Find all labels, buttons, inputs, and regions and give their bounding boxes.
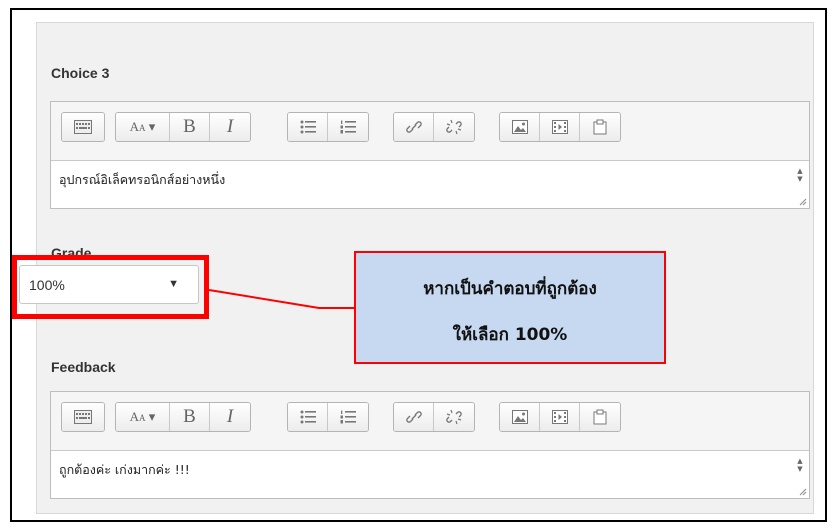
toolbar-group-media: [499, 112, 621, 142]
ordered-list-button[interactable]: [328, 403, 368, 431]
toolbar-group-text: AA ▾ B I: [115, 112, 251, 142]
choice-label: Choice 3: [51, 65, 110, 81]
link-icon: [405, 411, 422, 423]
image-button[interactable]: [500, 113, 540, 141]
bold-button[interactable]: B: [170, 113, 210, 141]
scroll-arrows-icon[interactable]: ▲ ▼: [796, 457, 804, 473]
film-icon: [551, 410, 568, 424]
toolbar-group-lists: [287, 402, 369, 432]
choice-editor: AA ▾ B I อุปกรณ์อิเล็คทรอนิกส์อย่างหนึ่ง…: [50, 101, 810, 209]
unlink-icon: [446, 119, 462, 135]
callout-line-1: หากเป็นคำตอบที่ถูกต้อง: [423, 279, 597, 299]
toolbar-group-media: [499, 402, 621, 432]
film-icon: [551, 120, 568, 134]
feedback-toolbar: AA ▾ B I: [51, 392, 809, 451]
numbered-list-icon: [340, 410, 356, 424]
bullet-list-icon: [300, 410, 316, 424]
feedback-label: Feedback: [51, 359, 116, 375]
link-button[interactable]: [394, 113, 434, 141]
paste-button[interactable]: [580, 113, 620, 141]
feedback-editor: AA ▾ B I ถูกต้องค่ะ เก่งมากค่ะ !!! ▲ ▼: [50, 391, 810, 499]
choice-text: อุปกรณ์อิเล็คทรอนิกส์อย่างหนึ่ง: [59, 172, 226, 187]
toolbar-toggle-button[interactable]: [62, 113, 104, 141]
unlink-button[interactable]: [434, 113, 474, 141]
toolbar-group-toggle: [61, 112, 105, 142]
clipboard-icon: [593, 119, 607, 135]
scroll-arrows-icon[interactable]: ▲ ▼: [796, 167, 804, 183]
callout-connector: [209, 289, 355, 309]
link-button[interactable]: [394, 403, 434, 431]
image-icon: [511, 120, 528, 134]
font-size-icon: AA ▾: [129, 119, 156, 134]
bold-button[interactable]: B: [170, 403, 210, 431]
editor-toolbar: AA ▾ B I: [51, 102, 809, 161]
unlink-icon: [446, 409, 462, 425]
image-icon: [511, 410, 528, 424]
media-button[interactable]: [540, 403, 580, 431]
callout-line-2: ให้เลือก 100%: [452, 325, 568, 345]
toolbar-group-text: AA ▾ B I: [115, 402, 251, 432]
toolbar-group-lists: [287, 112, 369, 142]
bullet-list-icon: [300, 120, 316, 134]
feedback-text: ถูกต้องค่ะ เก่งมากค่ะ !!!: [59, 462, 190, 477]
toolbar-group-toggle: [61, 402, 105, 432]
resize-grip-icon[interactable]: [798, 487, 807, 496]
font-size-button[interactable]: AA ▾: [116, 403, 170, 431]
unlink-button[interactable]: [434, 403, 474, 431]
unordered-list-button[interactable]: [288, 113, 328, 141]
clipboard-icon: [593, 409, 607, 425]
numbered-list-icon: [340, 120, 356, 134]
highlight-box: [12, 255, 209, 319]
unordered-list-button[interactable]: [288, 403, 328, 431]
keyboard-icon: [74, 410, 92, 424]
italic-button[interactable]: I: [210, 403, 250, 431]
media-button[interactable]: [540, 113, 580, 141]
image-button[interactable]: [500, 403, 540, 431]
font-size-icon: AA ▾: [129, 409, 156, 424]
link-icon: [405, 121, 422, 133]
toolbar-group-links: [393, 112, 475, 142]
ordered-list-button[interactable]: [328, 113, 368, 141]
feedback-text-input[interactable]: ถูกต้องค่ะ เก่งมากค่ะ !!! ▲ ▼: [51, 451, 809, 498]
toolbar-toggle-button[interactable]: [62, 403, 104, 431]
toolbar-group-links: [393, 402, 475, 432]
choice-text-input[interactable]: อุปกรณ์อิเล็คทรอนิกส์อย่างหนึ่ง ▲ ▼: [51, 161, 809, 208]
italic-button[interactable]: I: [210, 113, 250, 141]
font-size-button[interactable]: AA ▾: [116, 113, 170, 141]
paste-button[interactable]: [580, 403, 620, 431]
resize-grip-icon[interactable]: [798, 197, 807, 206]
keyboard-icon: [74, 120, 92, 134]
annotation-callout: หากเป็นคำตอบที่ถูกต้อง ให้เลือก 100%: [354, 251, 666, 364]
